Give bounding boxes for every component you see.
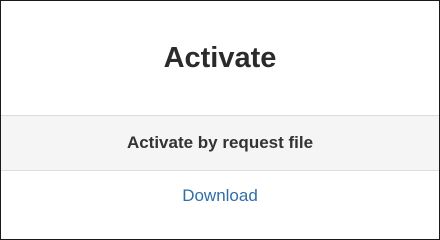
table-row: Download xyxy=(1,171,439,221)
download-link[interactable]: Download xyxy=(182,186,258,206)
activate-by-request-file-header: Activate by request file xyxy=(126,133,314,152)
title-area: Activate xyxy=(1,1,439,115)
activation-table: Activate by request file Download xyxy=(1,115,439,221)
page-title: Activate xyxy=(163,41,277,74)
activate-panel: Activate Activate by request file Downlo… xyxy=(0,0,440,240)
table-header: Activate by request file xyxy=(1,116,439,171)
